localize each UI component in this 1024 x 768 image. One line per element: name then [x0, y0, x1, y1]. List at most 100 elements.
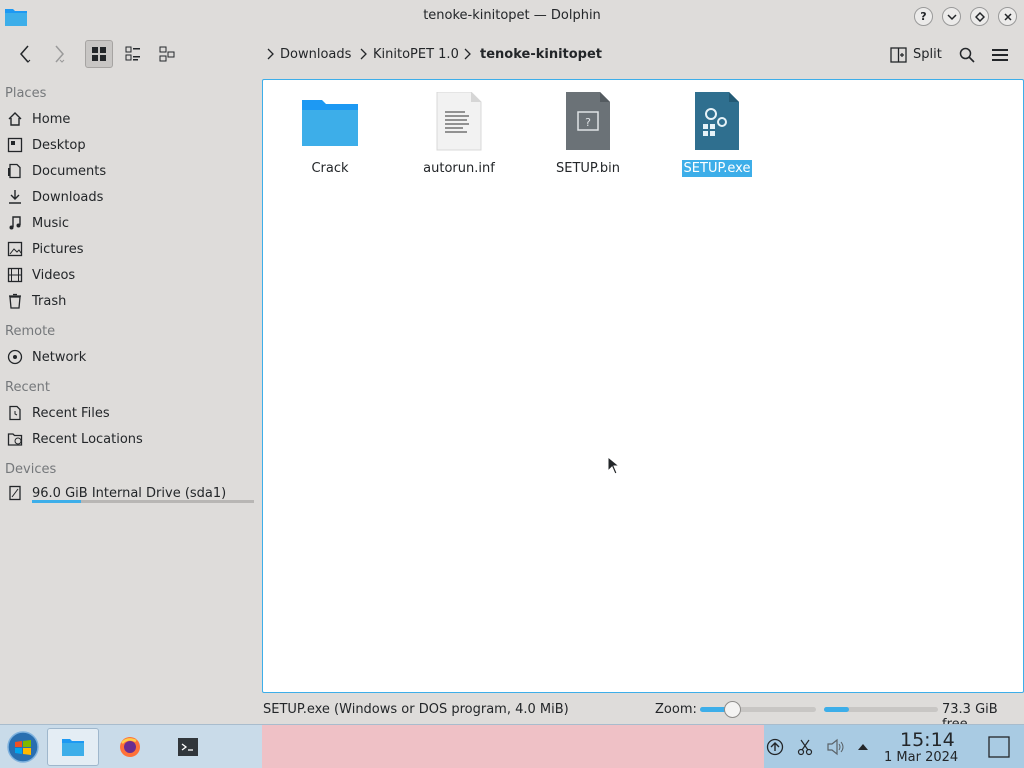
- places-panel: Places Home Desktop Documents Downloads …: [0, 80, 262, 695]
- sidebar-item-pictures[interactable]: Pictures: [6, 238, 256, 260]
- network-icon: [6, 348, 24, 366]
- trash-icon: [6, 292, 24, 310]
- task-manager-area: [262, 725, 764, 768]
- menu-button[interactable]: [988, 43, 1012, 67]
- taskbar-terminal[interactable]: [168, 728, 208, 766]
- recent-locations-icon: [6, 430, 24, 448]
- documents-icon: [6, 162, 24, 180]
- breadcrumb-downloads[interactable]: Downloads: [280, 47, 351, 62]
- pictures-icon: [6, 240, 24, 258]
- split-view-icon: [890, 47, 907, 63]
- help-icon: ?: [920, 10, 927, 23]
- section-places: Places: [5, 86, 47, 101]
- drive-usage-bar: [32, 500, 254, 503]
- zoom-label: Zoom:: [655, 702, 697, 717]
- chevron-up-icon: [858, 744, 868, 750]
- tray-expand-button[interactable]: [854, 728, 872, 766]
- back-button[interactable]: [12, 41, 38, 67]
- status-bar: SETUP.exe (Windows or DOS program, 4.0 M…: [0, 697, 1024, 732]
- help-button[interactable]: ?: [914, 7, 933, 26]
- videos-icon: [6, 266, 24, 284]
- search-button[interactable]: [955, 43, 979, 67]
- section-recent: Recent: [5, 380, 50, 395]
- firefox-icon: [120, 737, 140, 757]
- executable-file-icon: [687, 92, 747, 154]
- section-devices: Devices: [5, 462, 57, 477]
- tray-updates[interactable]: [764, 728, 786, 766]
- grid-view-icon: [92, 47, 106, 61]
- file-item-autorun[interactable]: autorun.inf: [404, 91, 514, 177]
- tray-volume[interactable]: [824, 728, 848, 766]
- sidebar-item-music[interactable]: Music: [6, 212, 256, 234]
- section-remote: Remote: [5, 324, 56, 339]
- maximize-button[interactable]: [970, 7, 989, 26]
- start-menu-icon: [7, 731, 39, 763]
- zoom-slider[interactable]: [700, 701, 816, 718]
- mouse-cursor-icon: [607, 455, 621, 476]
- clock-time[interactable]: 15:14: [900, 729, 955, 751]
- breadcrumb-kinitopet[interactable]: KinitoPET 1.0: [373, 47, 459, 62]
- chevron-down-icon: [946, 13, 957, 20]
- split-label: Split: [913, 47, 942, 62]
- diamond-icon: [974, 11, 985, 22]
- show-desktop-icon: [988, 736, 1010, 758]
- breadcrumb-separator-icon: [358, 47, 368, 61]
- minimize-button[interactable]: [942, 7, 961, 26]
- icons-view-button[interactable]: [85, 40, 113, 68]
- free-space-fill: [824, 707, 850, 712]
- compact-view-button[interactable]: [119, 40, 147, 68]
- window-title: tenoke-kinitopet — Dolphin: [423, 8, 601, 23]
- breadcrumb-current[interactable]: tenoke-kinitopet: [480, 47, 602, 62]
- home-icon: [6, 110, 24, 128]
- search-icon: [959, 47, 975, 63]
- downloads-icon: [6, 188, 24, 206]
- speaker-icon: [827, 738, 844, 756]
- application-launcher-button[interactable]: [4, 728, 42, 766]
- details-view-icon: [159, 46, 175, 62]
- text-file-icon: [429, 91, 489, 154]
- file-item-crack[interactable]: Crack: [275, 92, 385, 177]
- music-icon: [6, 214, 24, 232]
- clock-date[interactable]: 1 Mar 2024: [884, 750, 958, 765]
- file-item-setup-bin[interactable]: ? SETUP.bin: [533, 92, 643, 177]
- forward-button[interactable]: [46, 41, 72, 67]
- sidebar-item-downloads[interactable]: Downloads: [6, 186, 256, 208]
- sidebar-item-recent-locations[interactable]: Recent Locations: [6, 428, 256, 450]
- hamburger-menu-icon: [992, 49, 1008, 61]
- desktop-icon: [6, 136, 24, 154]
- scissors-icon: [797, 739, 813, 756]
- taskbar: 15:14 1 Mar 2024: [0, 724, 1024, 768]
- unknown-file-icon: ?: [558, 92, 618, 154]
- arrow-left-icon: [20, 45, 31, 63]
- sidebar-item-trash[interactable]: Trash: [6, 290, 256, 312]
- svg-text:?: ?: [585, 116, 591, 129]
- arrow-right-icon: [55, 45, 65, 63]
- close-icon: [1003, 12, 1012, 21]
- sidebar-item-videos[interactable]: Videos: [6, 264, 256, 286]
- toolbar: Downloads KinitoPET 1.0 tenoke-kinitopet…: [0, 33, 1024, 77]
- close-button[interactable]: [998, 7, 1017, 26]
- details-view-button[interactable]: [153, 40, 181, 68]
- taskbar-dolphin[interactable]: [47, 728, 99, 766]
- free-space-bar: [824, 707, 938, 712]
- sidebar-item-desktop[interactable]: Desktop: [6, 134, 256, 156]
- breadcrumb-separator-icon: [462, 47, 472, 61]
- tray-clipboard[interactable]: [794, 728, 816, 766]
- drive-icon: [6, 484, 24, 502]
- show-desktop-button[interactable]: [986, 728, 1012, 766]
- sidebar-item-recent-files[interactable]: Recent Files: [6, 402, 256, 424]
- taskbar-firefox[interactable]: [110, 728, 150, 766]
- selection-info: SETUP.exe (Windows or DOS program, 4.0 M…: [263, 702, 569, 717]
- folder-icon: [300, 92, 360, 154]
- zoom-slider-handle[interactable]: [724, 701, 742, 718]
- sidebar-item-documents[interactable]: Documents: [6, 160, 256, 182]
- file-view[interactable]: Crack autorun.inf ? SETUP.bin SETUP.exe: [262, 79, 1024, 693]
- update-arrow-icon: [766, 738, 784, 756]
- folder-icon: [62, 739, 84, 756]
- file-item-setup-exe[interactable]: SETUP.exe: [662, 92, 772, 177]
- drive-usage-fill: [32, 500, 81, 503]
- breadcrumb-separator-icon: [265, 47, 275, 61]
- sidebar-item-network[interactable]: Network: [6, 346, 256, 368]
- compact-view-icon: [125, 46, 140, 61]
- sidebar-item-home[interactable]: Home: [6, 108, 256, 130]
